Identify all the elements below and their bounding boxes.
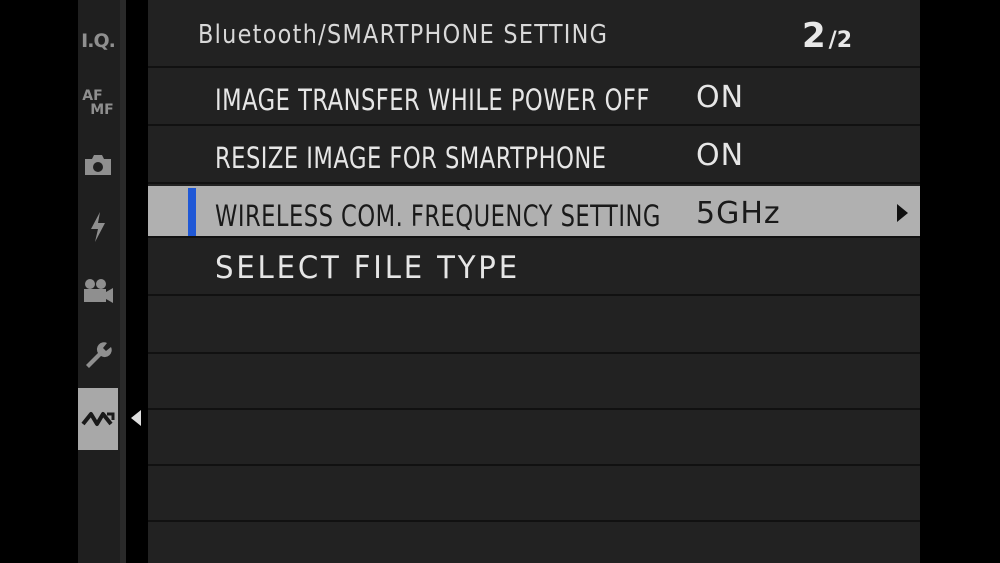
selection-marker: [188, 188, 196, 236]
menu-header: Bluetooth/SMARTPHONE SETTING 2/2: [148, 0, 920, 68]
empty-menu-row: [148, 466, 920, 522]
menu-item-value: ON: [696, 138, 745, 173]
tab-shooting[interactable]: [78, 134, 118, 196]
menu-item-value: 5GHz: [696, 196, 781, 231]
tab-movie[interactable]: [78, 260, 118, 322]
settings-menu-panel: Bluetooth/SMARTPHONE SETTING 2/2 IMAGE T…: [148, 0, 920, 563]
menu-item-resize-image[interactable]: RESIZE IMAGE FOR SMARTPHONE ON: [148, 128, 920, 184]
menu-item-value: ON: [696, 80, 745, 115]
page-current: 2: [801, 16, 826, 56]
wrench-icon: [86, 342, 112, 368]
menu-item-label: IMAGE TRANSFER WHILE POWER OFF: [215, 83, 650, 117]
page-title: Bluetooth/SMARTPHONE SETTING: [198, 20, 609, 50]
rail-divider: [120, 0, 126, 563]
tab-image-quality[interactable]: I.Q.: [78, 10, 118, 72]
page-total: /2: [828, 28, 852, 53]
page-indicator: 2/2: [802, 16, 852, 56]
menu-item-label: SELECT FILE TYPE: [215, 250, 520, 286]
connection-icon: [81, 412, 115, 426]
image-quality-icon: I.Q.: [81, 30, 116, 52]
active-tab-pointer-icon: [131, 410, 141, 426]
menu-item-select-file-type[interactable]: SELECT FILE TYPE: [148, 240, 920, 296]
menu-item-wireless-frequency[interactable]: WIRELESS COM. FREQUENCY SETTING 5GHz: [148, 186, 920, 238]
camera-icon: [85, 155, 111, 175]
menu-item-label: WIRELESS COM. FREQUENCY SETTING: [215, 199, 661, 233]
menu-item-image-transfer-power-off[interactable]: IMAGE TRANSFER WHILE POWER OFF ON: [148, 70, 920, 126]
empty-menu-row: [148, 298, 920, 354]
empty-menu-row: [148, 410, 920, 466]
chevron-right-icon: [897, 204, 908, 222]
movie-camera-icon: [84, 279, 113, 303]
empty-menu-row: [148, 354, 920, 410]
mf-label: MF: [90, 102, 114, 118]
flash-icon: [91, 212, 105, 242]
tab-connection[interactable]: [78, 388, 118, 450]
tab-flash[interactable]: [78, 196, 118, 258]
af-label: AF: [82, 88, 103, 104]
tab-setup[interactable]: [78, 324, 118, 386]
menu-tab-rail: I.Q. AF MF: [78, 0, 120, 563]
tab-af-mf[interactable]: AF MF: [78, 72, 118, 134]
menu-item-label: RESIZE IMAGE FOR SMARTPHONE: [215, 141, 607, 175]
focus-mode-icon: AF MF: [82, 89, 114, 117]
